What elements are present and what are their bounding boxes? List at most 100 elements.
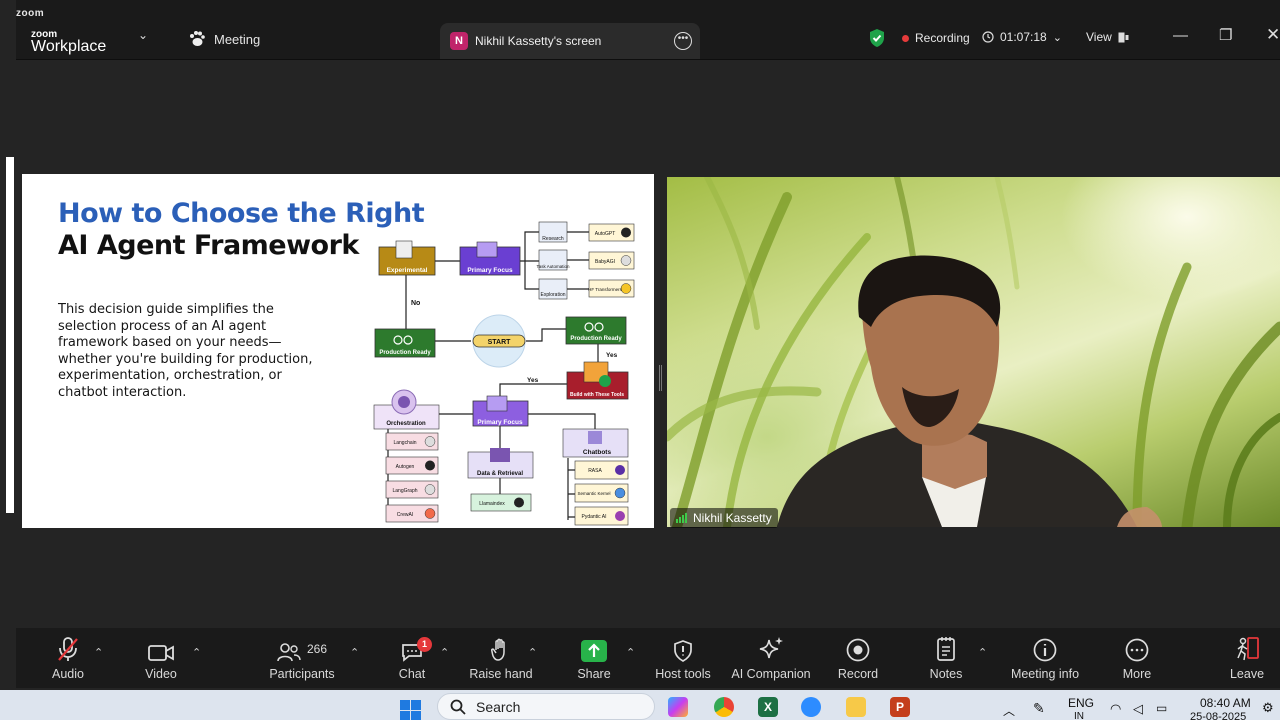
node-research: Research — [538, 221, 568, 243]
host-tools-label: Host tools — [655, 667, 711, 681]
node-hf-transformers: HF Transformers — [588, 279, 635, 298]
encryption-shield-icon[interactable] — [868, 28, 886, 48]
copilot-icon[interactable] — [668, 697, 688, 717]
speaker-icon[interactable]: ◁ — [1133, 701, 1143, 717]
no-label: No — [411, 300, 420, 307]
raise-hand-label: Raise hand — [469, 667, 533, 681]
raise-hand-button[interactable]: Raise hand — [469, 628, 533, 688]
participants-options-chevron-icon[interactable]: ⌃ — [350, 646, 359, 659]
view-label: View — [1086, 30, 1112, 44]
chat-options-chevron-icon[interactable]: ⌃ — [440, 646, 449, 659]
view-button[interactable]: View — [1086, 30, 1129, 44]
minimize-icon[interactable]: — — [1173, 27, 1188, 44]
participant-video[interactable] — [667, 177, 1280, 527]
meeting-info-label: Meeting info — [1010, 667, 1080, 681]
powerpoint-icon[interactable]: P — [890, 697, 910, 717]
yes-label-2: Yes — [527, 377, 539, 384]
leave-icon — [1237, 637, 1259, 661]
brand-chevron-down-icon[interactable]: ⌄ — [138, 28, 148, 42]
share-options-chevron-icon[interactable]: ⌃ — [626, 646, 635, 659]
pen-tray-icon[interactable]: ✎ — [1033, 700, 1045, 717]
leave-button[interactable]: Leave — [1226, 628, 1268, 688]
meeting-button[interactable]: Meeting — [188, 30, 260, 48]
battery-icon[interactable]: ▭ — [1156, 701, 1167, 715]
excel-icon[interactable]: X — [758, 697, 778, 717]
record-label: Record — [837, 667, 879, 681]
video-options-chevron-icon[interactable]: ⌃ — [192, 646, 201, 659]
wifi-icon[interactable]: ◠ — [1110, 701, 1121, 717]
record-button[interactable]: Record — [836, 628, 880, 688]
experimental-label: Experimental — [387, 267, 428, 274]
notification-icon[interactable]: ⚙ — [1262, 700, 1274, 716]
meeting-info-button[interactable]: Meeting info — [1006, 628, 1084, 688]
recording-indicator[interactable]: Recording — [902, 31, 970, 45]
tray-chevron-up-icon[interactable]: ︿ — [1003, 702, 1015, 719]
info-icon — [1033, 638, 1057, 662]
tab-title: Nikhil Kassetty's screen — [475, 34, 602, 48]
notes-icon — [937, 637, 955, 661]
zoom-taskbar-icon[interactable] — [801, 697, 821, 717]
participants-count: 266 — [306, 642, 328, 656]
file-explorer-icon[interactable] — [846, 697, 866, 717]
start-label: START — [488, 339, 512, 346]
paw-icon — [190, 31, 205, 46]
muted-mic-icon — [58, 637, 78, 661]
zoom-window: zoom zoom Workplace ⌄ Meeting N Nikhil K… — [0, 0, 1280, 720]
audio-options-chevron-icon[interactable]: ⌃ — [94, 646, 103, 659]
participant-name: Nikhil Kassetty — [693, 511, 772, 525]
rasa-label: RASA — [588, 468, 602, 474]
record-icon — [846, 638, 870, 662]
more-options-icon[interactable]: ••• — [674, 32, 692, 50]
more-dots-icon — [1125, 638, 1149, 662]
leave-label: Leave — [1229, 667, 1265, 681]
search-label: Search — [476, 698, 521, 715]
production-ready-right-label: Production Ready — [570, 336, 622, 342]
split-view-divider[interactable] — [659, 365, 662, 391]
raise-hand-icon — [491, 638, 505, 661]
signal-strength-icon — [676, 513, 687, 523]
langchain-label: Langchain — [393, 440, 416, 446]
close-icon[interactable]: ✕ — [1266, 25, 1280, 45]
ai-companion-label: AI Companion — [731, 667, 811, 681]
meeting-toolbar: Audio ⌃ Video ⌃ 266 Participants ⌃ Chat … — [16, 628, 1280, 688]
chrome-icon[interactable] — [714, 697, 734, 717]
share-screen-icon — [581, 640, 607, 662]
audio-button[interactable]: Audio — [44, 628, 92, 688]
more-button[interactable]: More — [1116, 628, 1158, 688]
data-retrieval-label: Data & Retrieval — [477, 471, 523, 477]
ai-sparkle-icon — [759, 637, 783, 659]
language-label[interactable]: ENG — [1068, 696, 1094, 710]
node-primary-focus-mid: Primary Focus — [472, 395, 529, 427]
node-build-tools: Build with These Tools — [566, 361, 629, 400]
meeting-timer[interactable]: 01:07:18 ⌄ — [982, 30, 1062, 44]
restore-icon[interactable]: ❐ — [1219, 26, 1232, 44]
participants-label: Participants — [269, 667, 335, 681]
language-sub-label: IN — [1074, 711, 1084, 720]
participant-person — [777, 255, 1162, 527]
video-button[interactable]: Video — [138, 628, 184, 688]
reactions-options-chevron-icon[interactable]: ⌃ — [528, 646, 537, 659]
brand-name: Workplace — [31, 38, 107, 55]
semantic-kernel-label: Semantic Kernel — [577, 491, 610, 496]
recording-dot-icon — [902, 34, 909, 42]
search-icon — [450, 699, 466, 715]
notes-button[interactable]: Notes — [926, 628, 966, 688]
node-crewai: CrewAI — [385, 504, 439, 523]
windows-start-icon[interactable] — [400, 700, 422, 720]
ai-companion-button[interactable]: AI Companion — [728, 628, 814, 688]
share-button[interactable]: Share — [574, 628, 614, 688]
tab-shared-screen[interactable]: N Nikhil Kassetty's screen ••• — [440, 23, 700, 60]
notes-options-chevron-icon[interactable]: ⌃ — [978, 646, 987, 659]
participants-button[interactable]: 266 Participants — [266, 628, 338, 688]
node-llamaindex: Llamaindex — [470, 493, 532, 512]
decision-flowchart: Experimental Primary Focus Research Task… — [373, 221, 635, 526]
host-tools-button[interactable]: Host tools — [650, 628, 716, 688]
avatar: N — [450, 32, 468, 50]
app-small-logo: zoom — [16, 8, 45, 19]
participants-icon — [277, 643, 301, 662]
clock-time[interactable]: 08:40 AM — [1200, 696, 1251, 710]
exploration-label: Exploration — [540, 292, 565, 298]
node-autogen: Autogen — [385, 456, 439, 475]
taskbar-search[interactable]: Search — [437, 693, 655, 720]
video-camera-icon — [148, 645, 174, 661]
